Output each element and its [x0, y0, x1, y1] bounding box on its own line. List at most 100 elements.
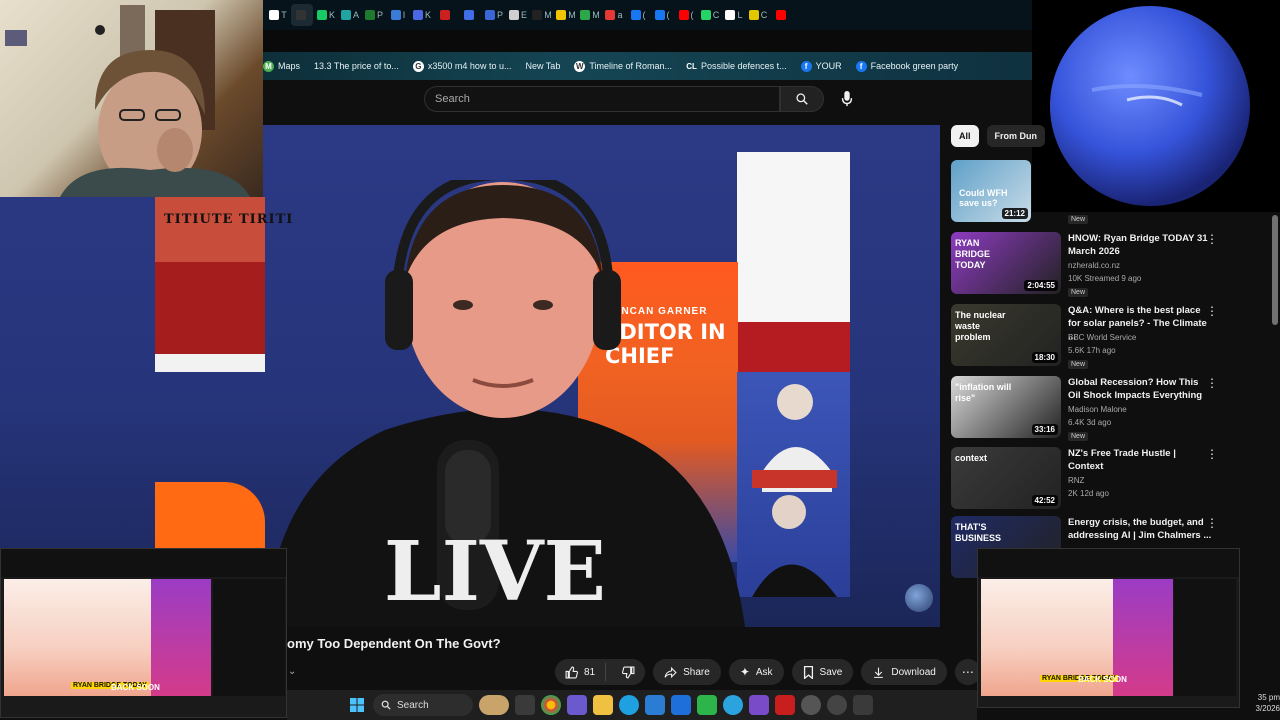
browser-tab[interactable] — [771, 4, 793, 26]
recommended-video[interactable]: "inflation will rise" 33:16 Global Recessi… — [951, 376, 1271, 442]
chevron-down-icon[interactable]: ⌄ — [288, 666, 296, 677]
video-thumbnail[interactable]: context 42:52 — [951, 447, 1061, 509]
more-options-icon[interactable]: ⋮ — [1206, 516, 1219, 530]
bookmark-label: Timeline of Roman... — [589, 61, 673, 71]
tab-label: a — [617, 10, 623, 20]
search-input[interactable]: Search — [424, 86, 780, 112]
file-explorer-icon[interactable] — [593, 695, 613, 715]
bookmark-label: Possible defences t... — [701, 61, 787, 71]
store-icon[interactable] — [671, 695, 691, 715]
browser-tab[interactable]: P — [363, 4, 385, 26]
voice-search-button[interactable] — [832, 86, 862, 112]
tab-label: I — [402, 10, 406, 20]
browser-tab[interactable] — [435, 4, 457, 26]
download-button[interactable]: Download — [861, 659, 947, 685]
save-button[interactable]: Save — [791, 659, 854, 685]
browser-tab[interactable]: a — [603, 4, 625, 26]
channel-name[interactable]: RNZ — [1068, 476, 1084, 485]
tab-favicon-icon — [532, 10, 543, 20]
more-options-icon[interactable]: ⋮ — [1206, 304, 1219, 318]
app-icon[interactable] — [853, 695, 873, 715]
browser-tab[interactable]: M — [579, 4, 601, 26]
share-button[interactable]: Share — [653, 659, 721, 685]
app-icon[interactable] — [567, 695, 587, 715]
recommended-video[interactable]: context 42:52 NZ's Free Trade Hustle | Con… — [951, 447, 1271, 513]
video-title[interactable]: NZ's Free Trade Hustle | Context — [1068, 447, 1213, 473]
browser-tab[interactable]: ( — [651, 4, 673, 26]
widgets-icon[interactable] — [479, 695, 509, 715]
tab-favicon-icon — [296, 10, 306, 20]
browser-tab[interactable]: M — [555, 4, 577, 26]
video-duration: 33:16 — [1031, 424, 1058, 435]
bookmark-item[interactable]: W Timeline of Roman... — [574, 60, 673, 72]
browser-tab[interactable]: K — [411, 4, 433, 26]
windows-start-button[interactable] — [347, 695, 367, 715]
browser-tab[interactable]: K — [315, 4, 337, 26]
bookmark-item[interactable]: M Maps — [263, 60, 300, 72]
browser-tab[interactable]: L — [723, 4, 745, 26]
chip-from-channel[interactable]: From Dun — [986, 125, 1046, 147]
task-view-icon[interactable] — [515, 695, 535, 715]
app-icon[interactable] — [749, 695, 769, 715]
more-icon: ⋯ — [961, 665, 974, 679]
app-icon[interactable] — [827, 695, 847, 715]
browser-tab[interactable]: I — [387, 4, 409, 26]
tab-favicon-icon — [316, 10, 327, 20]
recommended-video[interactable]: The nuclear waste problem 18:30 Q&A: Where… — [951, 304, 1271, 370]
video-thumbnail[interactable]: Could WFH save us? 21:12 — [951, 160, 1031, 222]
bookmark-item[interactable]: Gx3500 m4 how to u... — [412, 60, 511, 72]
video-title[interactable]: Global Recession? How This Oil Shock Imp… — [1068, 376, 1213, 402]
chip-all[interactable]: All — [951, 125, 979, 147]
browser-tab[interactable]: ( — [675, 4, 697, 26]
browser-tab[interactable] — [291, 4, 313, 26]
thumbnail-text: The nuclear waste problem — [955, 310, 1006, 342]
more-options-icon[interactable]: ⋮ — [1206, 232, 1219, 246]
browser-tab[interactable]: P — [483, 4, 505, 26]
browser-tab[interactable]: ( — [627, 4, 649, 26]
video-title[interactable]: HNOW: Ryan Bridge TODAY 31 March 2026 — [1068, 232, 1213, 258]
video-title[interactable]: Energy crisis, the budget, and addressin… — [1068, 516, 1213, 542]
bookmark-item[interactable]: f Facebook green party — [855, 60, 958, 72]
edge-icon[interactable] — [619, 695, 639, 715]
recommended-video[interactable]: Could WFH save us? 21:12 — [951, 160, 1271, 226]
tab-favicon-icon — [678, 10, 689, 20]
taskbar-search[interactable]: Search — [373, 694, 473, 716]
search-button[interactable] — [780, 86, 824, 112]
browser-tab[interactable]: C — [747, 4, 769, 26]
more-options-icon[interactable]: ⋮ — [1206, 376, 1219, 390]
app-icon[interactable] — [775, 695, 795, 715]
more-options-icon[interactable]: ⋮ — [1206, 447, 1219, 461]
channel-watermark[interactable] — [905, 584, 933, 612]
dislike-button[interactable] — [612, 666, 645, 679]
browser-tab[interactable]: C — [699, 4, 721, 26]
bookmark-favicon-icon: f — [800, 60, 812, 72]
share-icon — [664, 666, 677, 678]
telegram-icon[interactable] — [723, 695, 743, 715]
browser-tab[interactable]: A — [339, 4, 361, 26]
video-thumbnail[interactable]: "inflation will rise" 33:16 — [951, 376, 1061, 438]
app-icon[interactable] — [697, 695, 717, 715]
bookmark-item[interactable]: CL Possible defences t... — [686, 61, 787, 72]
browser-toolbar — [263, 30, 1032, 52]
outlook-icon[interactable] — [645, 695, 665, 715]
bookmark-item[interactable]: f YOUR — [800, 60, 842, 72]
browser-tab[interactable]: E — [507, 4, 529, 26]
channel-name[interactable]: BBC World Service — [1068, 333, 1136, 342]
chrome-icon[interactable] — [541, 695, 561, 715]
mini-browser-bar — [978, 549, 1239, 577]
settings-icon[interactable] — [801, 695, 821, 715]
browser-tab[interactable]: M — [531, 4, 553, 26]
like-button[interactable]: 81 — [555, 663, 607, 681]
bookmark-item[interactable]: 13.3 The price of to... — [314, 61, 399, 71]
video-thumbnail[interactable]: RYAN BRIDGE TODAY 2:04:55 — [951, 232, 1061, 294]
sidebar-scrollbar[interactable] — [1272, 215, 1278, 325]
browser-tab[interactable] — [459, 4, 481, 26]
channel-name[interactable]: nzherald.co.nz — [1068, 261, 1120, 270]
browser-tab[interactable]: T — [267, 4, 289, 26]
tab-favicon-icon — [605, 10, 616, 20]
recommended-video[interactable]: RYAN BRIDGE TODAY 2:04:55 HNOW: Ryan Bridg… — [951, 232, 1271, 298]
video-thumbnail[interactable]: The nuclear waste problem 18:30 — [951, 304, 1061, 366]
channel-name[interactable]: Madison Malone — [1068, 405, 1127, 414]
ask-button[interactable]: ✦ Ask — [728, 659, 784, 685]
bookmark-item[interactable]: New Tab — [525, 61, 560, 71]
